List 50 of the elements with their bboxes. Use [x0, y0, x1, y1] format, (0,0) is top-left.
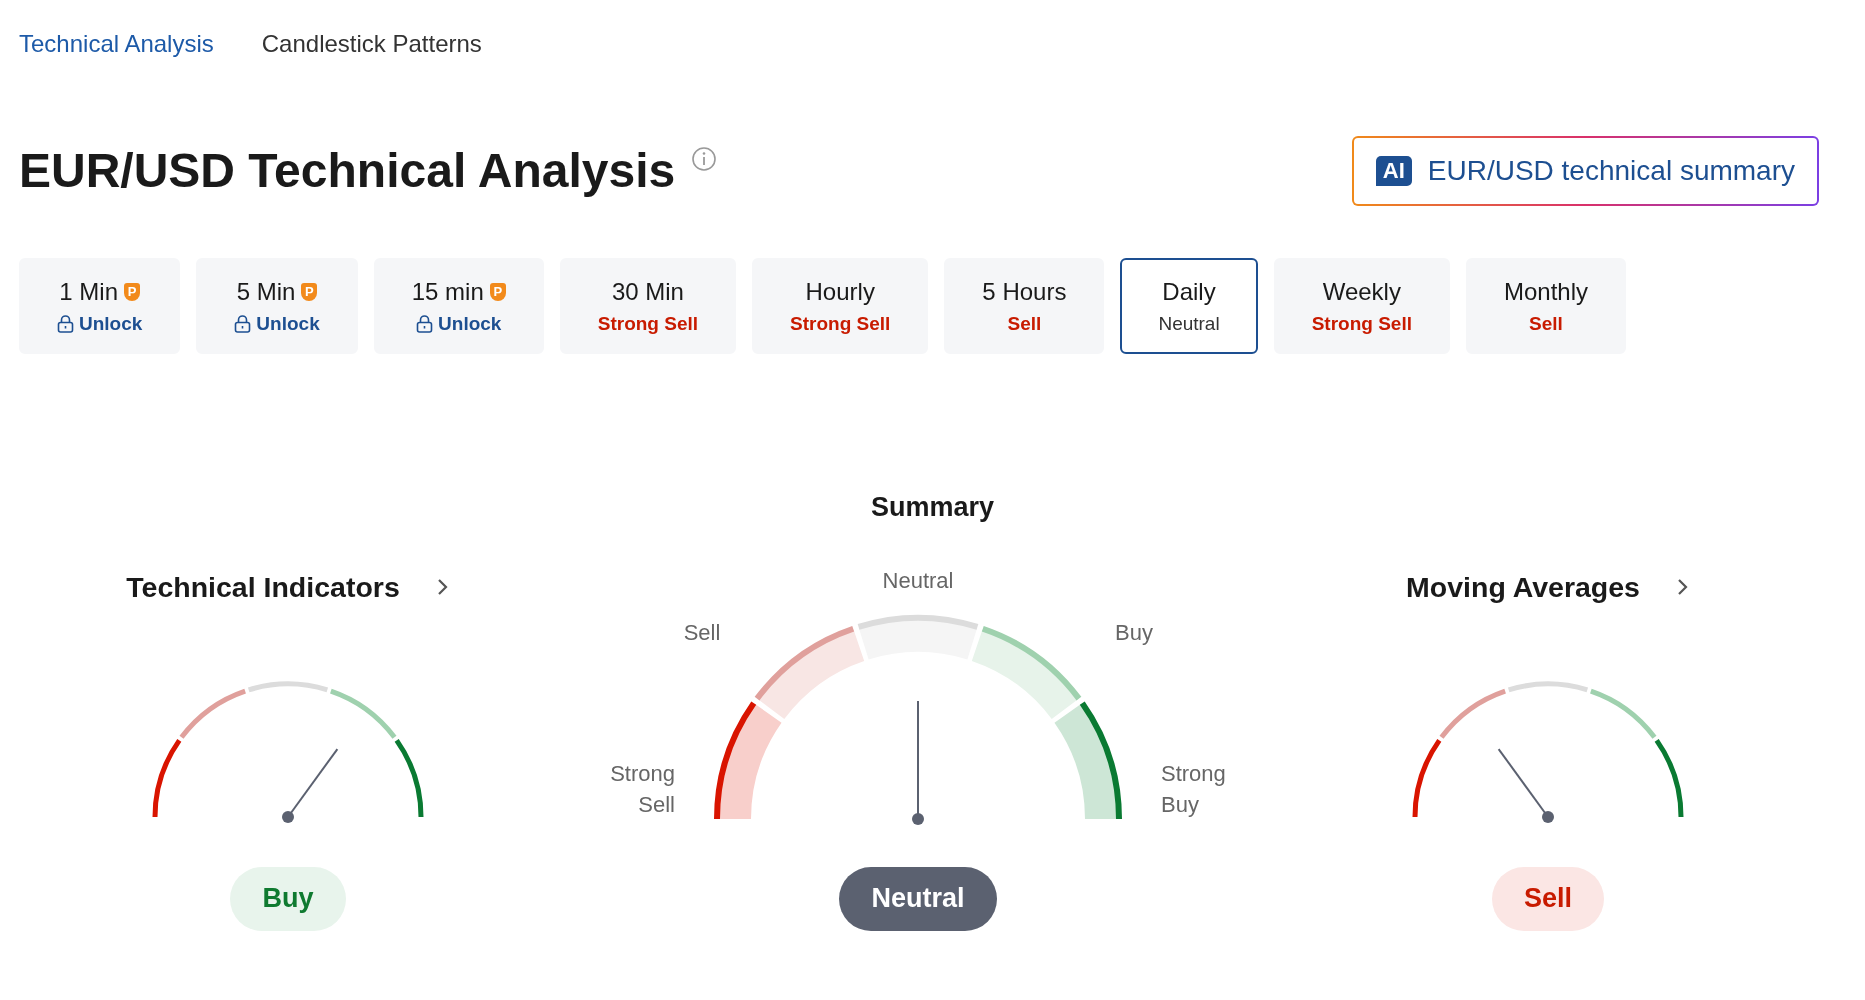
- timeframe-tab[interactable]: Monthly Sell: [1465, 258, 1626, 354]
- timeframe-label: Monthly: [1503, 276, 1588, 307]
- premium-badge: P: [489, 282, 506, 301]
- timeframe-label: Hourly: [805, 276, 875, 307]
- info-icon: [691, 146, 718, 173]
- timeframe-tab[interactable]: 30 Min Strong Sell: [559, 258, 737, 354]
- summary-title: Summary: [869, 491, 996, 524]
- scale-label: Neutral: [882, 566, 954, 595]
- timeframe-tab[interactable]: Hourly Strong Sell: [752, 258, 929, 354]
- lock-icon: [416, 315, 434, 333]
- scale-label: Buy: [1115, 618, 1153, 647]
- signal-text: Neutral: [1158, 311, 1220, 336]
- ai-summary-button[interactable]: AI EUR/USD technical summary: [1351, 136, 1819, 206]
- timeframe-tab[interactable]: Daily Neutral: [1120, 258, 1258, 354]
- signal-text: Strong Sell: [790, 311, 891, 336]
- signal-text: Sell: [1007, 311, 1042, 336]
- signal-text: Strong Sell: [1311, 311, 1412, 336]
- scale-label: Sell: [683, 618, 721, 647]
- lock-icon: [234, 315, 252, 333]
- ai-badge: AI: [1375, 155, 1412, 187]
- signal-text: Sell: [1529, 311, 1563, 336]
- unlock-link[interactable]: Unlock: [256, 309, 320, 339]
- timeframe-label: 1 Min: [59, 276, 118, 307]
- timeframe-tab[interactable]: 15 min P Unlock: [373, 258, 544, 354]
- nav-link[interactable]: Technical Analysis: [19, 26, 214, 62]
- section-title: Moving Averages: [1406, 569, 1640, 605]
- timeframe-label: Daily: [1162, 276, 1216, 307]
- signal-pill: Buy: [230, 866, 346, 931]
- unlock-link[interactable]: Unlock: [79, 309, 143, 339]
- timeframe-label: Weekly: [1322, 276, 1401, 307]
- timeframe-label: 5 Min: [236, 276, 296, 307]
- signal-text: Strong Sell: [597, 311, 699, 336]
- unlock-link[interactable]: Unlock: [438, 309, 502, 339]
- signal-pill: Sell: [1492, 866, 1604, 931]
- scale-label: Strong Buy: [1161, 759, 1227, 819]
- timeframe-tab[interactable]: 5 Hours Sell: [944, 258, 1105, 354]
- timeframe-tab[interactable]: Weekly Strong Sell: [1273, 258, 1450, 354]
- premium-badge: P: [124, 282, 140, 301]
- premium-badge: P: [301, 282, 318, 301]
- timeframe-tab[interactable]: 5 Min P Unlock: [196, 258, 358, 354]
- lock-icon: [57, 315, 74, 333]
- timeframe-label: 5 Hours: [982, 276, 1067, 307]
- timeframe-label: 30 Min: [611, 276, 684, 307]
- section-title: Technical Indicators: [126, 569, 400, 605]
- page-title: EUR/USD Technical Analysis: [19, 143, 676, 200]
- timeframe-label: 15 min: [411, 276, 484, 307]
- timeframe-tab[interactable]: 1 Min P Unlock: [19, 258, 181, 354]
- scale-label: Strong Sell: [609, 759, 675, 819]
- nav-link[interactable]: Candlestick Patterns: [261, 26, 482, 62]
- signal-pill: Neutral: [839, 866, 997, 931]
